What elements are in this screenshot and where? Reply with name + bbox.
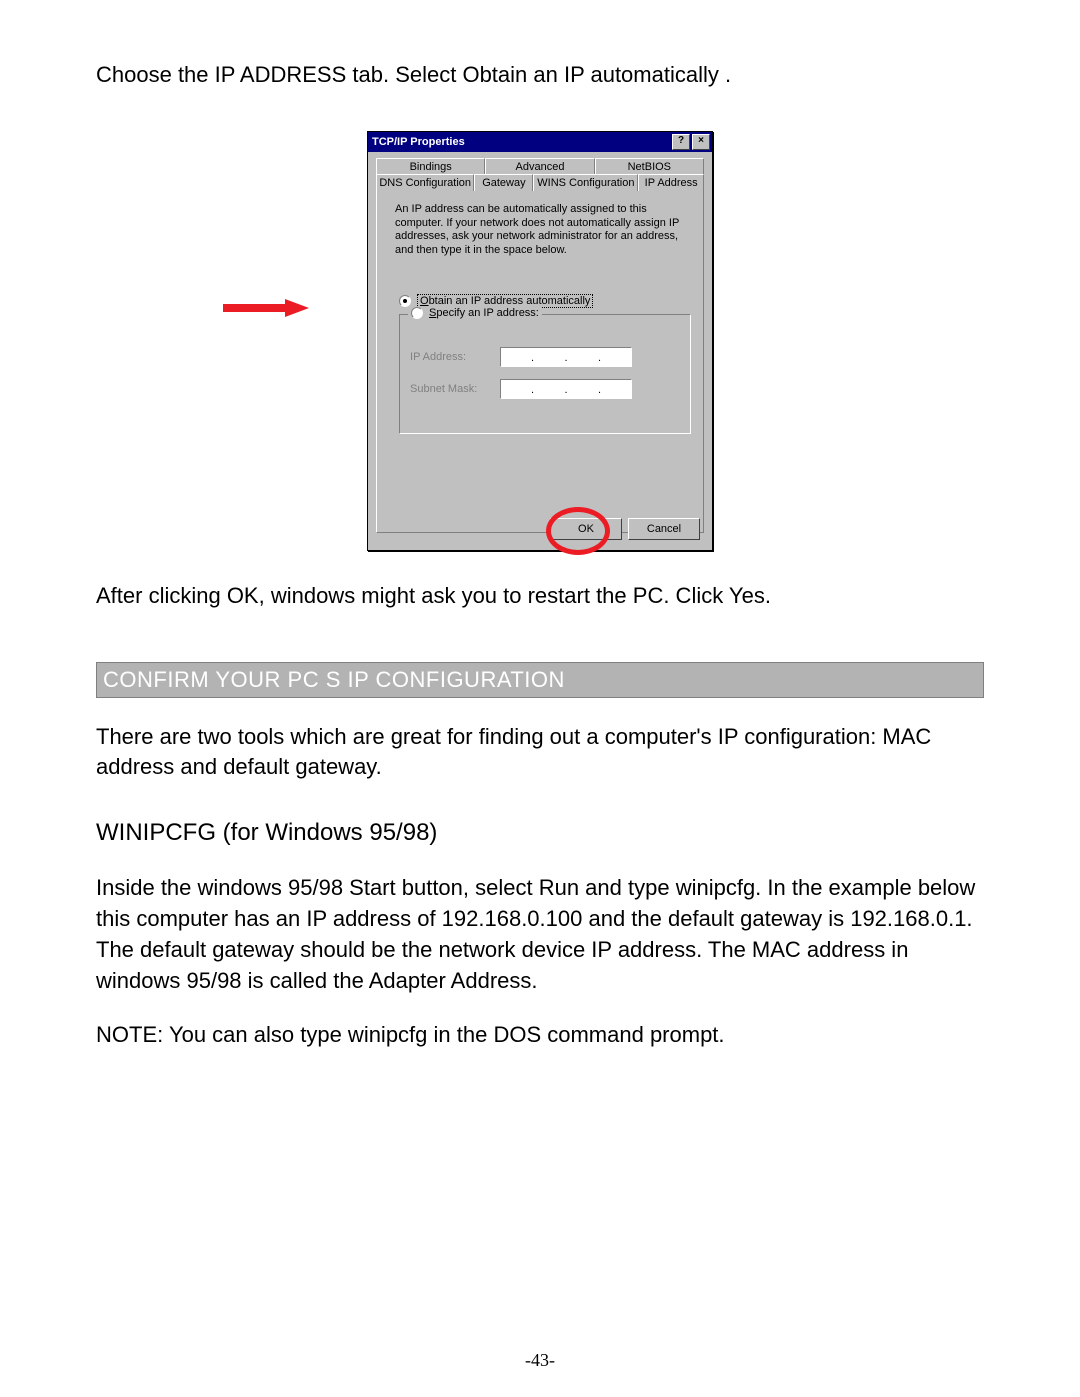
subnet-mask-input[interactable]: . . . (500, 379, 632, 399)
tab-netbios[interactable]: NetBIOS (595, 158, 704, 175)
section-title-bar: CONFIRM YOUR PC S IP CONFIGURATION (96, 662, 984, 698)
radio-specify-label: Specify an IP address: (429, 307, 539, 319)
tab-advanced[interactable]: Advanced (485, 158, 594, 175)
paragraph-tools: There are two tools which are great for … (96, 722, 984, 784)
specify-ip-group: Specify an IP address: IP Address: . . .… (399, 314, 691, 434)
tab-gateway[interactable]: Gateway (474, 174, 533, 191)
radio-specify-input[interactable] (411, 307, 423, 319)
intro-text: Choose the IP ADDRESS tab. Select Obtain… (96, 60, 984, 91)
tcpip-properties-dialog: TCP/IP Properties ? × Bindings Advanced … (367, 131, 713, 551)
window-title: TCP/IP Properties (372, 136, 670, 148)
tab-row-back: Bindings Advanced NetBIOS (376, 158, 704, 175)
post-ok-text: After clicking OK, windows might ask you… (96, 581, 984, 612)
subnet-mask-field-row: Subnet Mask: . . . (410, 379, 680, 399)
callout-arrow (223, 299, 313, 317)
subnet-mask-label: Subnet Mask: (410, 383, 500, 395)
ip-address-panel: An IP address can be automatically assig… (376, 191, 704, 533)
dialog-button-row: OK Cancel (550, 518, 700, 540)
ip-address-input[interactable]: . . . (500, 347, 632, 367)
tab-dns-configuration[interactable]: DNS Configuration (376, 174, 474, 191)
tab-row-front: DNS Configuration Gateway WINS Configura… (376, 174, 704, 191)
tab-rows: Bindings Advanced NetBIOS DNS Configurat… (368, 152, 712, 191)
tab-wins-configuration[interactable]: WINS Configuration (533, 174, 638, 191)
radio-obtain-auto[interactable]: Obtain an IP address automatically (399, 294, 691, 308)
tab-bindings[interactable]: Bindings (376, 158, 485, 175)
ip-address-field-row: IP Address: . . . (410, 347, 680, 367)
subheading-winipcfg: WINIPCFG (for Windows 95/98) (96, 819, 984, 847)
note-text: NOTE: You can also type winipcfg in the … (96, 1020, 984, 1051)
panel-description: An IP address can be automatically assig… (395, 203, 691, 258)
titlebar: TCP/IP Properties ? × (368, 132, 712, 152)
ok-button[interactable]: OK (550, 518, 622, 540)
screenshot-figure: TCP/IP Properties ? × Bindings Advanced … (96, 131, 984, 551)
cancel-button[interactable]: Cancel (628, 518, 700, 540)
radio-obtain-auto-input[interactable] (399, 295, 411, 307)
paragraph-winipcfg: Inside the windows 95/98 Start button, s… (96, 873, 984, 996)
radio-obtain-auto-label: Obtain an IP address automatically (417, 294, 593, 308)
close-button[interactable]: × (692, 134, 710, 150)
page-number: -43- (0, 1350, 1080, 1371)
help-button[interactable]: ? (672, 134, 690, 150)
tab-ip-address[interactable]: IP Address (638, 174, 704, 191)
ip-address-label: IP Address: (410, 351, 500, 363)
